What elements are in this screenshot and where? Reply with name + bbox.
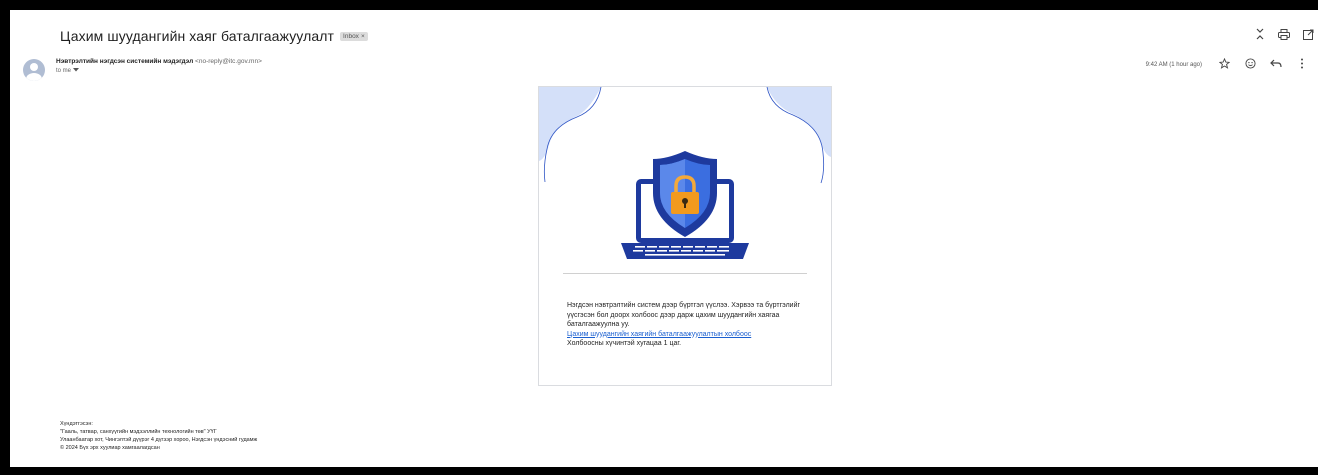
message-actions: 9:42 AM (1 hour ago) xyxy=(1145,57,1308,72)
message-time: 9:42 AM (1 hour ago) xyxy=(1145,62,1202,68)
inbox-label-text: Inbox xyxy=(343,32,359,40)
email-subject: Цахим шуудангийн хаяг баталгаажуулалт xyxy=(60,28,335,44)
emoji-icon[interactable] xyxy=(1244,58,1256,72)
recipient-row[interactable]: to me xyxy=(56,68,80,74)
reply-icon[interactable] xyxy=(1270,59,1282,72)
footer-organization: "Гааль, татвар, санхүүгийн мэдээллийн те… xyxy=(60,429,217,435)
email-body-card: Нэгдсэн нэвтрэлтийн систем дээр бүртгэл … xyxy=(538,86,832,386)
sender-name[interactable]: Нэвтрэлтийн нэгдсэн системийн мэдэгдэл xyxy=(56,58,193,65)
print-icon[interactable] xyxy=(1278,28,1290,43)
more-vert-icon[interactable] xyxy=(1296,58,1308,72)
recipient-text: to me xyxy=(56,68,72,74)
footer-address: Улаанбаатар хот, Чингэлтэй дүүрэг 4 дүгэ… xyxy=(60,437,258,443)
thread-actions xyxy=(1254,28,1314,43)
sender-email: <no-reply@itc.gov.mn> xyxy=(195,58,262,65)
email-footer: Хүндэтгэсэн: "Гааль, татвар, санхүүгийн … xyxy=(60,420,257,452)
footer-copyright: © 2024 Бүх эрх хуулиар хамгаалагдсан xyxy=(60,445,160,451)
link-validity-text: Холбоосны хүчинтэй хугацаа 1 цаг. xyxy=(567,340,682,347)
open-in-new-window-icon[interactable] xyxy=(1302,29,1314,43)
star-icon[interactable] xyxy=(1218,57,1230,72)
email-body-text: Нэгдсэн нэвтрэлтийн систем дээр бүртгэл … xyxy=(567,301,815,349)
verification-link[interactable]: Цахим шуудангийн хаягийн баталгаажуулалт… xyxy=(567,331,751,338)
sender-row: Нэвтрэлтийн нэгдсэн системийн мэдэгдэл <… xyxy=(56,58,262,65)
footer-greeting: Хүндэтгэсэн: xyxy=(60,421,93,427)
divider xyxy=(563,273,807,274)
inbox-label-chip[interactable]: Inbox × xyxy=(340,31,368,41)
body-paragraph: Нэгдсэн нэвтрэлтийн систем дээр бүртгэл … xyxy=(567,302,801,328)
remove-label-icon[interactable]: × xyxy=(361,33,365,40)
email-view: Цахим шуудангийн хаяг баталгаажуулалт In… xyxy=(10,10,1318,467)
sender-avatar[interactable] xyxy=(23,59,45,81)
subject-row: Цахим шуудангийн хаяг баталгаажуулалт In… xyxy=(60,28,368,44)
expand-icon[interactable] xyxy=(1254,28,1266,43)
chevron-down-icon[interactable] xyxy=(73,68,80,74)
